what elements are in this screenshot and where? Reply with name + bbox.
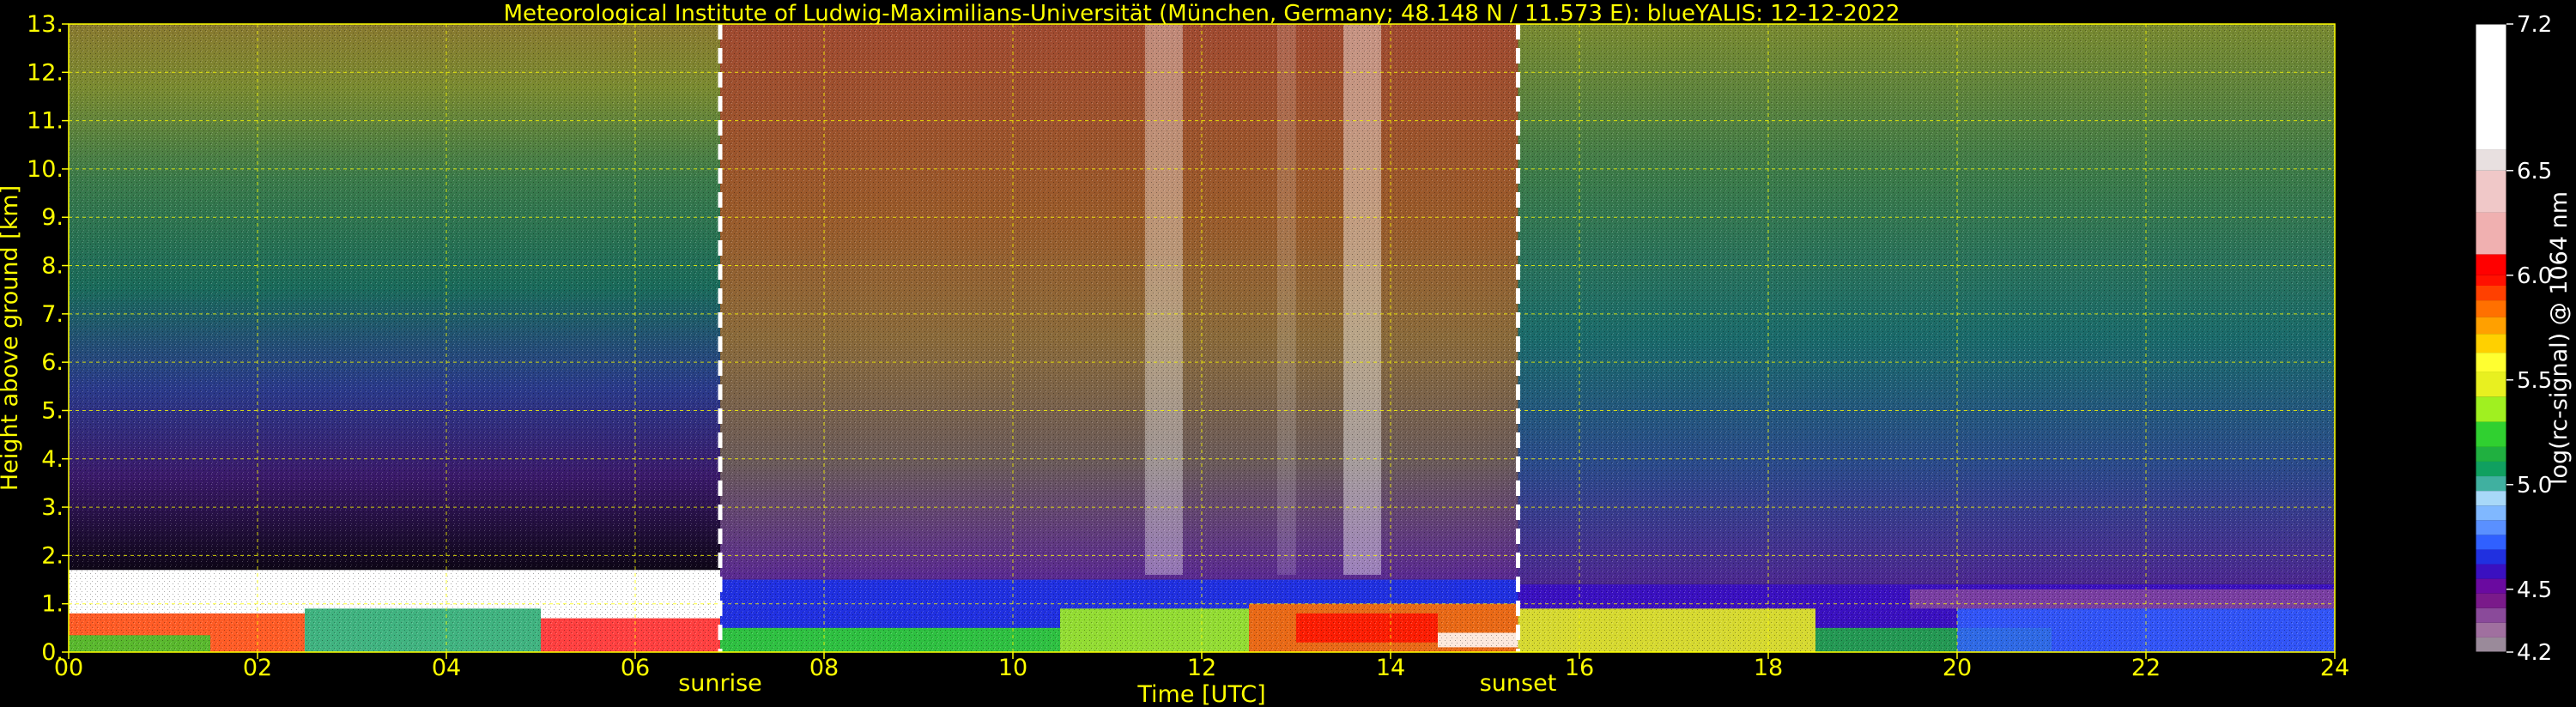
x-tick-label: 16 bbox=[1565, 655, 1594, 681]
y-tick-label: 13. bbox=[27, 11, 64, 38]
y-tick-label: 5. bbox=[41, 397, 64, 424]
x-axis-label: Time [UTC] bbox=[1136, 681, 1265, 707]
colorbar-segment bbox=[2476, 520, 2506, 535]
chart-title: Meteorological Institute of Ludwig-Maxim… bbox=[504, 1, 1900, 27]
colorbar-segment bbox=[2476, 593, 2506, 608]
y-axis-ticks: 0. 1. 2. 3. 4. 5. 6. 7. 8. 9. 10. 11. 12. 13. bbox=[27, 11, 69, 666]
noise-overlay bbox=[69, 24, 2335, 652]
y-tick-label: 4. bbox=[41, 446, 64, 473]
colorbar-segment bbox=[2476, 254, 2506, 275]
plot-area bbox=[69, 24, 2335, 652]
colorbar-segment bbox=[2476, 353, 2506, 372]
colorbar-segment bbox=[2476, 149, 2506, 171]
colorbar-segment bbox=[2476, 637, 2506, 652]
sunset-label: sunset bbox=[1480, 670, 1557, 697]
y-axis-label: Height above ground [km] bbox=[0, 185, 23, 491]
x-tick-label: 06 bbox=[621, 655, 650, 681]
colorbar-segment bbox=[2476, 461, 2506, 477]
colorbar-segment bbox=[2476, 607, 2506, 623]
colorbar-segment bbox=[2476, 372, 2506, 397]
colorbar-segment bbox=[2476, 300, 2506, 317]
colorbar-segment bbox=[2476, 212, 2506, 255]
colorbar-segment bbox=[2476, 317, 2506, 335]
lidar-chart: Meteorological Institute of Ludwig-Maxim… bbox=[0, 1, 2573, 707]
colorbar-segment bbox=[2476, 491, 2506, 506]
colorbar-segment bbox=[2476, 622, 2506, 638]
x-tick-label: 22 bbox=[2131, 655, 2161, 681]
y-tick-label: 2. bbox=[41, 542, 64, 569]
y-tick-label: 8. bbox=[41, 253, 64, 280]
x-axis-ticks: 00 02 04 06 08 10 12 14 16 18 20 22 24 bbox=[54, 652, 2349, 681]
x-tick-label: 10 bbox=[998, 655, 1027, 681]
y-tick-label: 9. bbox=[41, 204, 64, 231]
colorbar-label: log(rc-signal) @ 1064 nm bbox=[2546, 191, 2573, 485]
colorbar-segment bbox=[2476, 286, 2506, 301]
x-tick-label: 12 bbox=[1187, 655, 1216, 681]
x-tick-label: 14 bbox=[1376, 655, 1405, 681]
colorbar-tick-label: 6.5 bbox=[2517, 159, 2552, 184]
colorbar-tick-label: 7.2 bbox=[2517, 12, 2552, 38]
colorbar-segment bbox=[2476, 505, 2506, 521]
colorbar-segment bbox=[2476, 421, 2506, 447]
colorbar-segment bbox=[2476, 535, 2506, 550]
x-tick-label: 18 bbox=[1754, 655, 1783, 681]
x-tick-label: 04 bbox=[432, 655, 461, 681]
y-tick-label: 1. bbox=[41, 591, 64, 618]
y-tick-label: 6. bbox=[41, 349, 64, 376]
colorbar-tick-label: 4.5 bbox=[2517, 577, 2552, 603]
colorbar-segment bbox=[2476, 396, 2506, 422]
x-tick-label: 20 bbox=[1943, 655, 1972, 681]
x-tick-label: 08 bbox=[809, 655, 839, 681]
colorbar-segment bbox=[2476, 549, 2506, 565]
y-tick-label: 3. bbox=[41, 494, 64, 521]
sunrise-label: sunrise bbox=[678, 670, 762, 697]
colorbar-segment bbox=[2476, 446, 2506, 462]
y-tick-label: 12. bbox=[27, 59, 64, 86]
colorbar-tick-label: 4.2 bbox=[2517, 640, 2552, 666]
colorbar-segment bbox=[2476, 578, 2506, 594]
colorbar-segment bbox=[2476, 476, 2506, 492]
colorbar-segment bbox=[2476, 170, 2506, 213]
y-tick-label: 10. bbox=[27, 156, 64, 183]
colorbar-segment bbox=[2476, 275, 2506, 286]
colorbar-segment bbox=[2476, 334, 2506, 354]
x-tick-label: 02 bbox=[243, 655, 272, 681]
y-tick-label: 11. bbox=[27, 108, 64, 135]
y-tick-label: 0. bbox=[41, 639, 64, 666]
colorbar-segment bbox=[2476, 24, 2506, 150]
x-tick-label: 24 bbox=[2320, 655, 2349, 681]
colorbar-segment bbox=[2476, 564, 2506, 579]
colorbar: 4.24.55.05.56.06.57.2 bbox=[2475, 12, 2552, 666]
y-tick-label: 7. bbox=[41, 301, 64, 328]
